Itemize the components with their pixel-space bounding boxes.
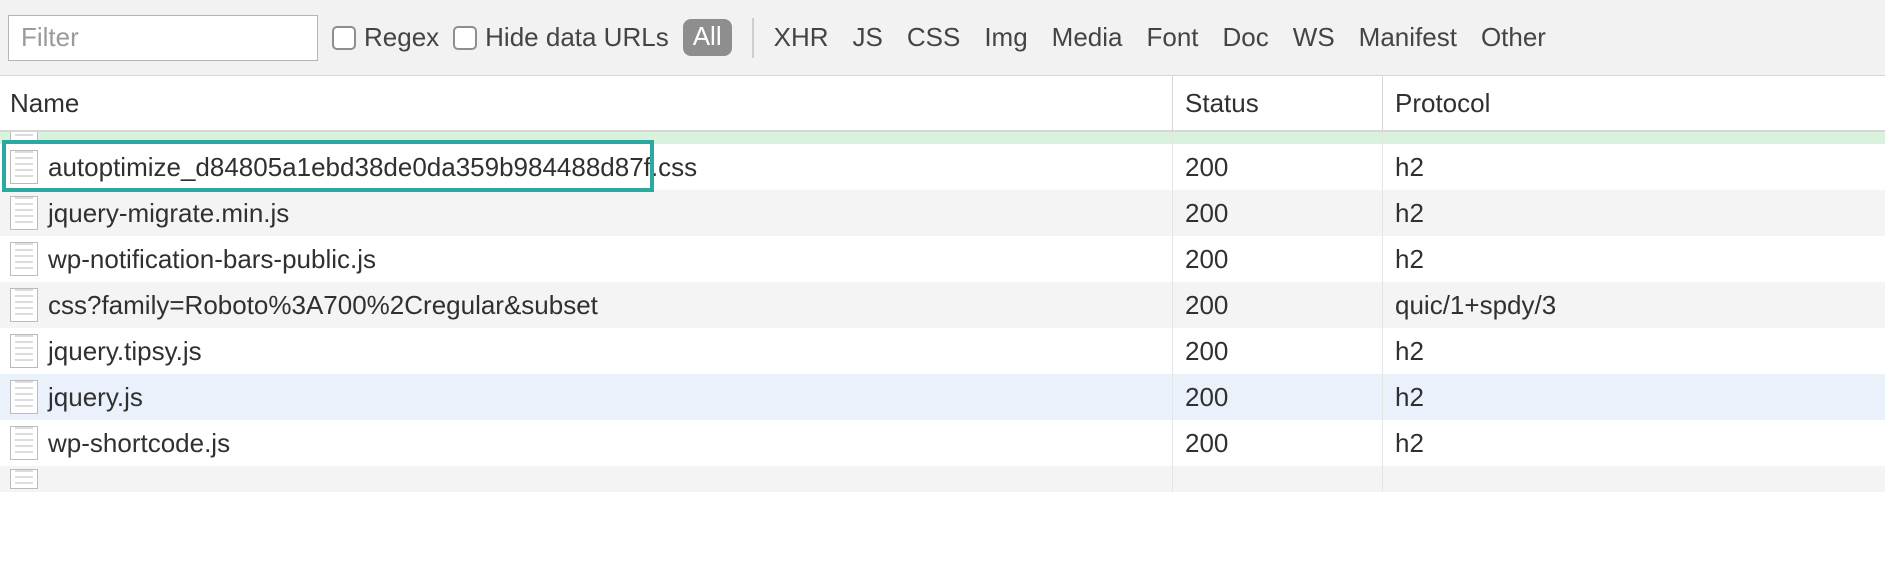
request-protocol: h2 [1382, 190, 1885, 236]
file-icon [10, 288, 38, 322]
filter-js[interactable]: JS [853, 22, 883, 53]
requests-table: autoptimize_d84805a1ebd38de0da359b984488… [0, 132, 1885, 492]
table-row[interactable]: autoptimize_d84805a1ebd38de0da359b984488… [0, 144, 1885, 190]
file-icon [10, 469, 38, 489]
separator [752, 18, 754, 58]
filter-ws[interactable]: WS [1293, 22, 1335, 53]
filter-other[interactable]: Other [1481, 22, 1546, 53]
regex-checkbox[interactable]: Regex [332, 22, 439, 53]
table-row[interactable]: wp-shortcode.js 200 h2 [0, 420, 1885, 466]
hide-data-urls-checkbox[interactable]: Hide data URLs [453, 22, 669, 53]
request-protocol: h2 [1382, 420, 1885, 466]
network-toolbar: Regex Hide data URLs All XHR JS CSS Img … [0, 0, 1885, 76]
request-name: jquery.tipsy.js [48, 336, 202, 367]
file-icon [10, 334, 38, 368]
checkbox-icon [332, 26, 356, 50]
table-row[interactable]: jquery-migrate.min.js 200 h2 [0, 190, 1885, 236]
table-row[interactable]: jquery.js 200 h2 [0, 374, 1885, 420]
table-row[interactable]: wp-notification-bars-public.js 200 h2 [0, 236, 1885, 282]
filter-input[interactable] [8, 15, 318, 61]
filter-manifest[interactable]: Manifest [1359, 22, 1457, 53]
request-name: wp-shortcode.js [48, 428, 230, 459]
file-icon [10, 380, 38, 414]
file-icon [10, 196, 38, 230]
table-row-peek-bottom [0, 466, 1885, 492]
request-name: autoptimize_d84805a1ebd38de0da359b984488… [48, 152, 697, 183]
request-protocol: h2 [1382, 144, 1885, 190]
regex-label: Regex [364, 22, 439, 53]
request-name: wp-notification-bars-public.js [48, 244, 376, 275]
table-row[interactable]: jquery.tipsy.js 200 h2 [0, 328, 1885, 374]
request-status: 200 [1172, 190, 1382, 236]
type-filters: XHR JS CSS Img Media Font Doc WS Manifes… [774, 22, 1546, 53]
filter-media[interactable]: Media [1052, 22, 1123, 53]
table-row[interactable]: css?family=Roboto%3A700%2Cregular&subset… [0, 282, 1885, 328]
filter-css[interactable]: CSS [907, 22, 960, 53]
file-icon [10, 426, 38, 460]
table-row-peek [0, 132, 1885, 144]
request-protocol: h2 [1382, 374, 1885, 420]
filter-xhr[interactable]: XHR [774, 22, 829, 53]
request-status: 200 [1172, 236, 1382, 282]
request-name: jquery-migrate.min.js [48, 198, 289, 229]
request-name: css?family=Roboto%3A700%2Cregular&subset [48, 290, 598, 321]
request-status: 200 [1172, 144, 1382, 190]
col-header-name[interactable]: Name [0, 88, 1172, 119]
file-icon [10, 132, 38, 144]
file-icon [10, 242, 38, 276]
hide-data-urls-label: Hide data URLs [485, 22, 669, 53]
checkbox-icon [453, 26, 477, 50]
request-protocol: quic/1+spdy/3 [1382, 282, 1885, 328]
filter-all-pill[interactable]: All [683, 19, 732, 56]
request-status: 200 [1172, 374, 1382, 420]
file-icon [10, 150, 38, 184]
request-protocol: h2 [1382, 236, 1885, 282]
table-header: Name Status Protocol [0, 76, 1885, 132]
request-status: 200 [1172, 420, 1382, 466]
filter-img[interactable]: Img [984, 22, 1027, 53]
request-status: 200 [1172, 282, 1382, 328]
filter-font[interactable]: Font [1147, 22, 1199, 53]
request-name: jquery.js [48, 382, 143, 413]
col-header-protocol[interactable]: Protocol [1382, 76, 1885, 130]
request-status: 200 [1172, 328, 1382, 374]
request-protocol: h2 [1382, 328, 1885, 374]
col-header-status[interactable]: Status [1172, 76, 1382, 130]
filter-doc[interactable]: Doc [1223, 22, 1269, 53]
